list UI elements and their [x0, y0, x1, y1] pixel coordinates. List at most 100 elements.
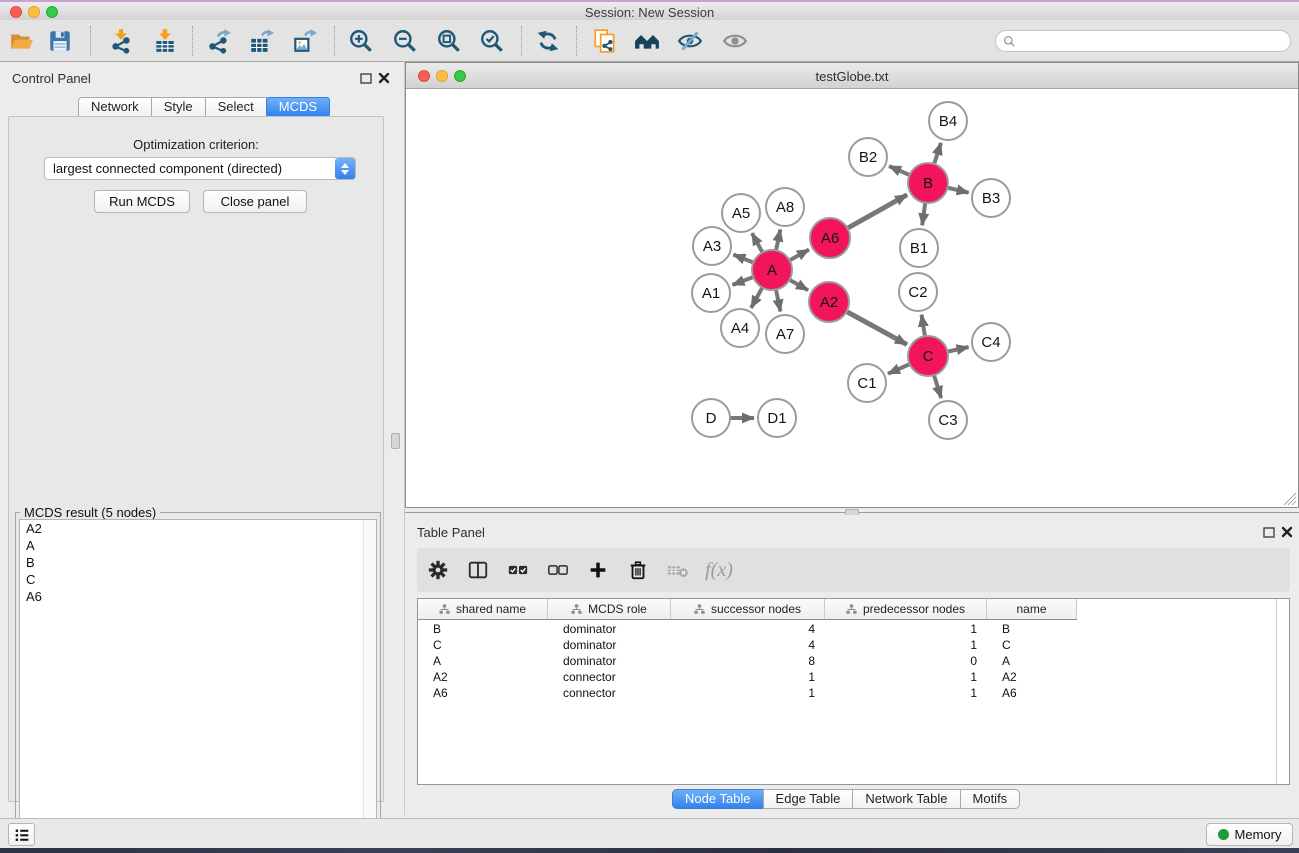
graph-node-A6[interactable]: A6 [810, 218, 850, 258]
mcds-result-item[interactable]: A2 [20, 520, 376, 537]
tab-mcds[interactable]: MCDS [266, 97, 330, 117]
deselect-all-rows-button[interactable] [545, 557, 571, 583]
table-cell: dominator [548, 654, 671, 670]
graph-node-B[interactable]: B [908, 163, 948, 203]
graph-node-D[interactable]: D [692, 399, 730, 437]
zoom-fit-icon [436, 28, 462, 54]
tab-network[interactable]: Network [78, 97, 152, 117]
table-scrollbar[interactable] [1276, 599, 1289, 784]
table-row[interactable]: A6connector11A6 [418, 686, 1275, 702]
graph-node-B4[interactable]: B4 [929, 102, 967, 140]
zoom-fit-button[interactable] [429, 21, 469, 61]
tab-motifs[interactable]: Motifs [960, 789, 1021, 809]
tab-network-table[interactable]: Network Table [852, 789, 960, 809]
list-icon [13, 826, 31, 844]
add-column-button[interactable] [585, 557, 611, 583]
tab-select[interactable]: Select [205, 97, 267, 117]
column-header-predecessor-nodes[interactable]: predecessor nodes [825, 599, 987, 619]
graph-node-A8[interactable]: A8 [766, 188, 804, 226]
new-network-from-selection-button[interactable] [585, 21, 625, 61]
table-cell: connector [548, 670, 671, 686]
table-row[interactable]: Adominator80A [418, 654, 1275, 670]
table-settings-button[interactable] [425, 557, 451, 583]
refresh-network-button[interactable] [528, 21, 568, 61]
mcds-result-item[interactable]: C [20, 571, 376, 588]
export-table-button[interactable] [241, 21, 281, 61]
select-all-rows-button[interactable] [505, 557, 531, 583]
optimization-criterion-select[interactable]: largest connected component (directed) [44, 157, 356, 180]
svg-text:A4: A4 [731, 320, 749, 337]
mcds-result-item[interactable]: A6 [20, 588, 376, 605]
save-session-button[interactable] [40, 21, 80, 61]
table-cell: dominator [548, 638, 671, 654]
zoom-out-button[interactable] [385, 21, 425, 61]
tab-style[interactable]: Style [151, 97, 206, 117]
table-row[interactable]: Cdominator41C [418, 638, 1275, 654]
graph-node-B1[interactable]: B1 [900, 229, 938, 267]
export-network-button[interactable] [199, 21, 239, 61]
zoom-selected-button[interactable] [472, 21, 512, 61]
mcds-result-item[interactable]: B [20, 554, 376, 571]
float-panel-icon[interactable] [359, 71, 373, 85]
mcds-result-item[interactable]: A [20, 537, 376, 554]
graph-node-A3[interactable]: A3 [693, 227, 731, 265]
graph-node-C4[interactable]: C4 [972, 323, 1010, 361]
graph-node-A[interactable]: A [752, 250, 792, 290]
zoom-in-button[interactable] [341, 21, 381, 61]
column-header-name[interactable]: name [987, 599, 1077, 619]
refresh-icon [535, 28, 561, 54]
tab-edge-table[interactable]: Edge Table [763, 789, 854, 809]
open-session-button[interactable] [2, 21, 42, 61]
vertical-splitter-grip[interactable] [391, 433, 400, 449]
list-scrollbar[interactable] [363, 520, 376, 845]
graph-node-C[interactable]: C [908, 336, 948, 376]
delete-table-button[interactable] [665, 557, 691, 583]
graph-node-A7[interactable]: A7 [766, 315, 804, 353]
column-header-MCDS-role[interactable]: MCDS role [548, 599, 671, 619]
zoom-selected-icon [479, 28, 505, 54]
memory-button[interactable]: Memory [1206, 823, 1293, 846]
graph-node-D1[interactable]: D1 [758, 399, 796, 437]
close-panel-button[interactable]: Close panel [203, 190, 307, 213]
import-network-button[interactable] [101, 21, 141, 61]
hide-selected-button[interactable] [670, 21, 710, 61]
show-all-button[interactable] [715, 21, 755, 61]
graph-node-A4[interactable]: A4 [721, 309, 759, 347]
close-panel-icon[interactable] [377, 71, 391, 85]
network-canvas[interactable]: B4 B2 B B3 A5A8A6 B1 A3 A C2 A1 A2 A4 A7 C4 C C1 C3 D D1 [406, 89, 1298, 507]
mcds-result-list[interactable]: A2ABCA6 [19, 519, 377, 846]
import-table-button[interactable] [145, 21, 185, 61]
run-mcds-button[interactable]: Run MCDS [94, 190, 190, 213]
delete-column-button[interactable] [625, 557, 651, 583]
network-graph[interactable]: B4 B2 B B3 A5A8A6 B1 A3 A C2 A1 A2 A4 A7 C4 C C1 C3 D D1 [406, 89, 1298, 507]
delete-table-icon [667, 559, 689, 581]
svg-text:B4: B4 [939, 113, 957, 130]
search-field[interactable] [995, 30, 1291, 52]
column-header-successor-nodes[interactable]: successor nodes [671, 599, 825, 619]
gear-icon [427, 559, 449, 581]
resize-grip-icon[interactable] [1283, 492, 1297, 506]
toolbar-separator [521, 26, 522, 56]
close-panel-icon[interactable] [1280, 525, 1294, 539]
apply-function-button[interactable]: f(x) [705, 557, 731, 583]
graph-node-C3[interactable]: C3 [929, 401, 967, 439]
float-panel-icon[interactable] [1262, 525, 1276, 539]
table-row[interactable]: A2connector11A2 [418, 670, 1275, 686]
task-history-button[interactable] [8, 823, 35, 846]
tab-node-table[interactable]: Node Table [672, 789, 764, 809]
first-neighbors-button[interactable] [627, 21, 667, 61]
network-window-titlebar[interactable]: testGlobe.txt [406, 63, 1298, 89]
export-image-button[interactable] [284, 21, 324, 61]
table-cell: dominator [548, 622, 671, 638]
graph-node-B3[interactable]: B3 [972, 179, 1010, 217]
graph-node-A5[interactable]: A5 [722, 194, 760, 232]
graph-node-A1[interactable]: A1 [692, 274, 730, 312]
toggle-columns-button[interactable] [465, 557, 491, 583]
graph-node-C2[interactable]: C2 [899, 273, 937, 311]
column-header-shared-name[interactable]: shared name [418, 599, 548, 619]
table-row[interactable]: Bdominator41B [418, 622, 1275, 638]
graph-node-B2[interactable]: B2 [849, 138, 887, 176]
graph-node-A2[interactable]: A2 [809, 282, 849, 322]
search-input[interactable] [1016, 34, 1290, 48]
graph-node-C1[interactable]: C1 [848, 364, 886, 402]
